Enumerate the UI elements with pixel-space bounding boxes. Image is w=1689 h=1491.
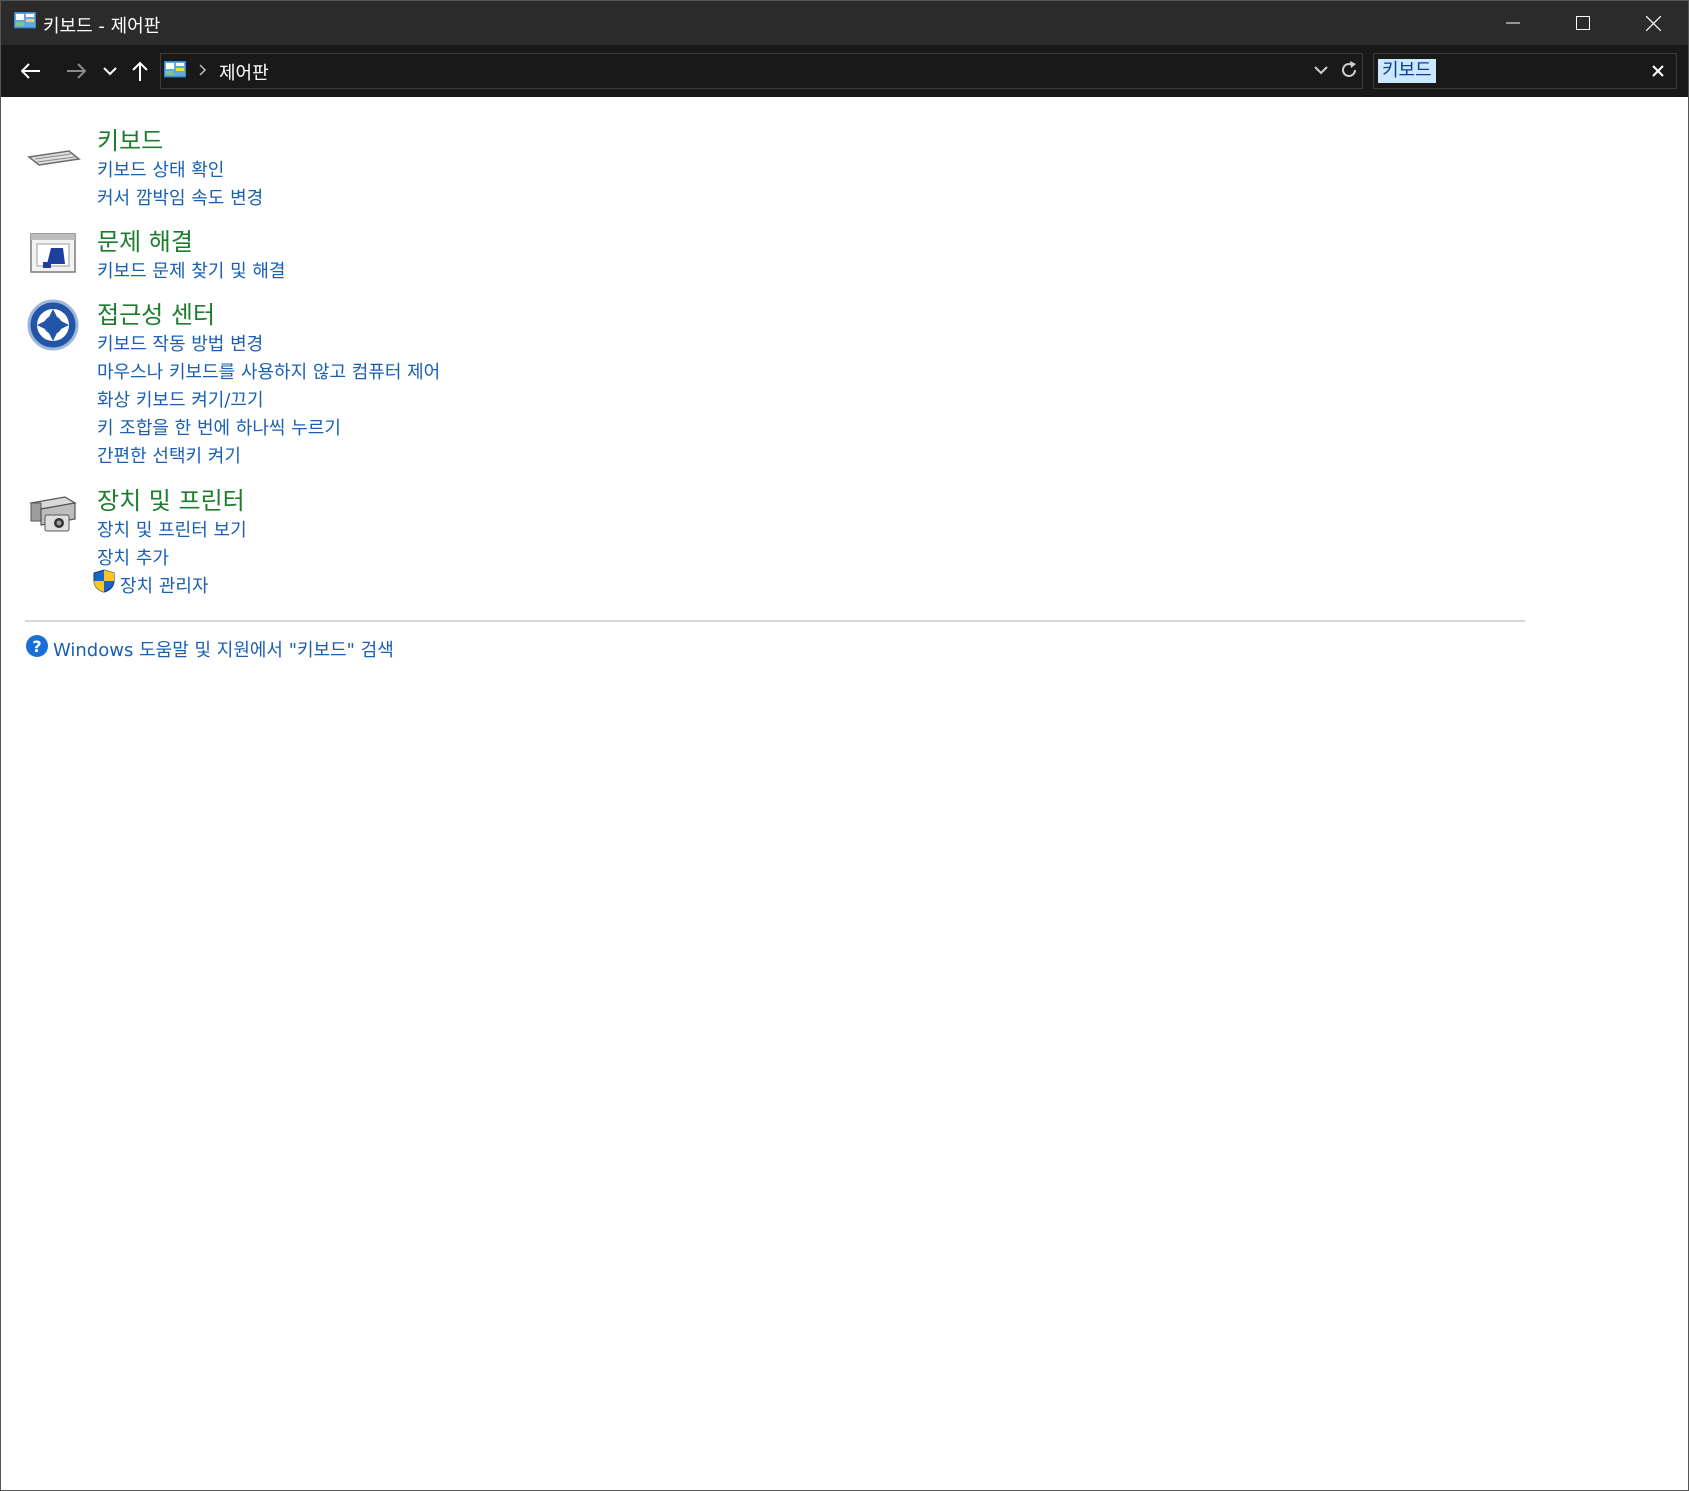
task-link[interactable]: 키 조합을 한 번에 하나씩 누르기 [97,414,341,440]
back-button[interactable] [15,53,47,89]
task-link[interactable]: 장치 추가 [97,544,169,570]
task-link[interactable]: 간편한 선택키 켜기 [97,442,241,468]
control-panel-window: 키보드 - 제어판 제어판 키보드 키보드 키보드 상태 확인 커서 깜박임 속… [0,0,1689,1491]
task-link[interactable]: 마우스나 키보드를 사용하지 않고 컴퓨터 제어 [97,358,440,384]
window-title: 키보드 - 제어판 [43,16,161,37]
task-link[interactable]: 키보드 문제 찾기 및 해결 [97,257,286,283]
keyboard-icon [27,150,81,166]
minimize-icon [1506,22,1520,24]
task-link[interactable]: 화상 키보드 켜기/끄기 [97,386,264,412]
forward-button[interactable] [60,53,92,89]
task-link[interactable]: 커서 깜박임 속도 변경 [97,184,263,210]
refresh-icon[interactable] [1339,60,1359,80]
group-title[interactable]: 키보드 [97,121,163,156]
address-bar[interactable]: 제어판 [160,53,1363,89]
task-link[interactable]: 장치 및 프린터 보기 [97,516,247,542]
title-bar[interactable]: 키보드 - 제어판 [1,1,1688,45]
ease-of-access-icon [27,299,79,351]
group-title[interactable]: 접근성 센터 [97,295,215,330]
help-search-text[interactable]: Windows 도움말 및 지원에서 "키보드" 검색 [53,636,394,662]
maximize-button[interactable] [1548,1,1618,45]
arrow-right-icon [67,63,86,79]
minimize-button[interactable] [1478,1,1548,45]
troubleshooting-icon [30,233,76,273]
uac-shield-icon [93,569,115,593]
arrow-up-icon [132,61,148,81]
task-link[interactable]: 키보드 상태 확인 [97,156,224,182]
control-panel-icon [164,61,186,78]
svg-text:?: ? [32,637,41,656]
search-input[interactable]: 키보드 [1373,53,1677,89]
recent-locations-button[interactable] [94,53,126,89]
chevron-right-icon[interactable] [197,60,209,80]
search-query-selected[interactable]: 키보드 [1378,59,1436,83]
group-title[interactable]: 문제 해결 [97,222,193,257]
help-question-icon: ? [26,635,48,657]
divider [25,620,1525,622]
navigation-bar: 제어판 키보드 [1,45,1688,97]
close-button[interactable] [1618,1,1688,45]
control-panel-icon [14,12,36,29]
devices-printers-icon [29,496,77,532]
chevron-down-icon [103,67,117,76]
arrow-left-icon [21,63,40,79]
close-icon[interactable] [1650,63,1666,79]
task-link[interactable]: 장치 관리자 [120,572,209,598]
chevron-down-icon[interactable] [1313,62,1329,78]
maximize-icon [1576,16,1590,30]
group-title[interactable]: 장치 및 프린터 [97,481,245,516]
task-link[interactable]: 키보드 작동 방법 변경 [97,330,263,356]
breadcrumb-control-panel[interactable]: 제어판 [219,59,269,85]
up-button[interactable] [124,53,156,89]
close-icon [1645,15,1661,31]
